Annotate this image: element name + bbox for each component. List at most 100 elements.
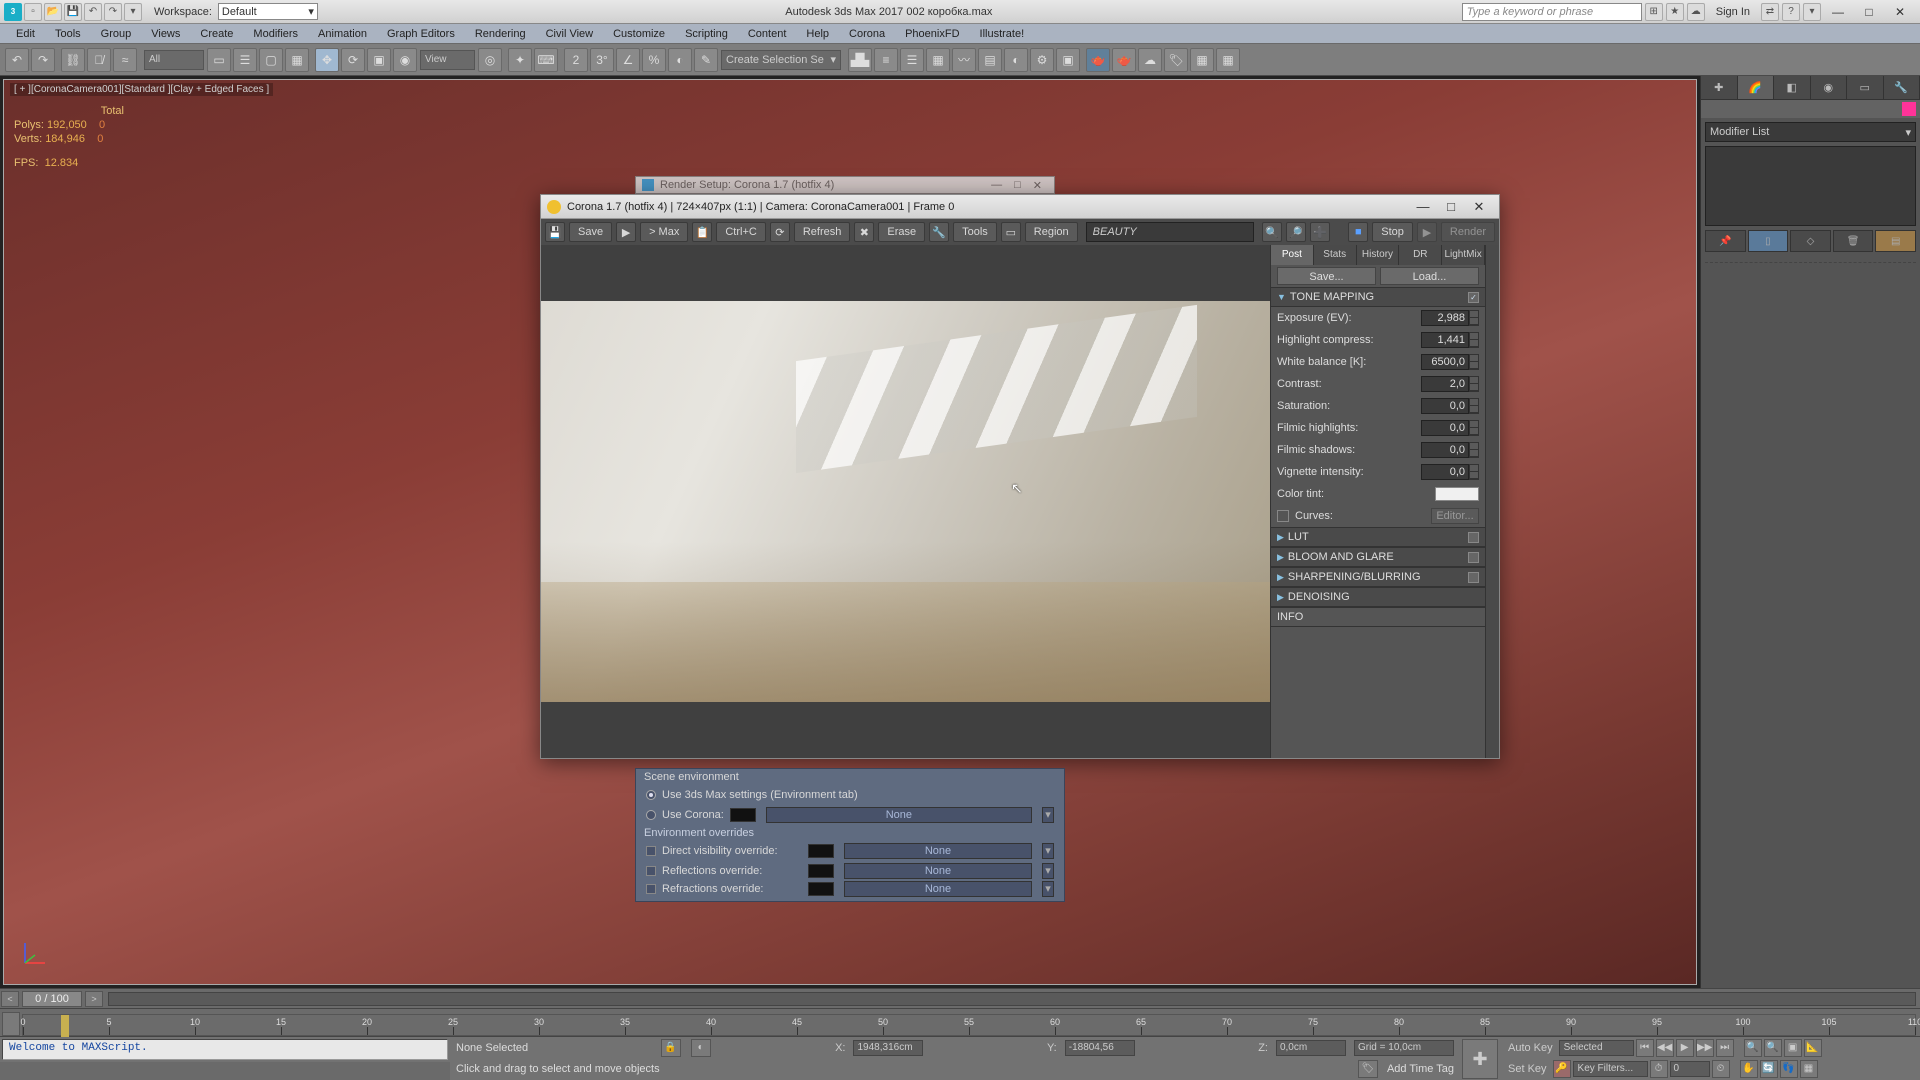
next-frame-button[interactable]: ▶▶	[1696, 1039, 1714, 1057]
menu-scripting[interactable]: Scripting	[675, 24, 738, 44]
add-time-tag[interactable]: Add Time Tag	[1387, 1063, 1454, 1075]
named-sel-combo[interactable]: Create Selection Se▾	[721, 50, 841, 70]
nav-pan-icon[interactable]: ✋	[1740, 1060, 1758, 1078]
saturation-spinner[interactable]	[1469, 398, 1479, 414]
redo-button[interactable]: ↷	[31, 48, 55, 72]
vfb-side-scrollbar[interactable]	[1485, 245, 1499, 758]
vfb-region-icon[interactable]: ▭	[1001, 222, 1021, 242]
trackbar-ruler[interactable]: 0510152025303540455055606570758085909510…	[22, 1014, 1916, 1036]
keymode-combo[interactable]: Selected	[1559, 1040, 1634, 1056]
menu-views[interactable]: Views	[141, 24, 190, 44]
env-refr-swatch[interactable]	[808, 882, 834, 896]
help-dd-icon[interactable]: ▾	[1803, 3, 1821, 21]
ts-frame-display[interactable]: 0 / 100	[22, 991, 82, 1007]
nav-zoomall-icon[interactable]: 🔍	[1764, 1039, 1782, 1057]
pivot-center-button[interactable]: ◎	[478, 48, 502, 72]
curves-editor-button[interactable]: Editor...	[1431, 508, 1479, 524]
rotate-button[interactable]: ⟳	[341, 48, 365, 72]
render-panorama-button[interactable]: ▦	[1190, 48, 1214, 72]
render-activeshade-button[interactable]: ☁	[1138, 48, 1162, 72]
pin-stack-button[interactable]: 📌	[1705, 230, 1746, 252]
contrast-input[interactable]: 2,0	[1421, 376, 1469, 392]
selfilter-combo[interactable]: All	[144, 50, 204, 70]
vignette-input[interactable]: 0,0	[1421, 464, 1469, 480]
edit-sel-button[interactable]: ✎	[694, 48, 718, 72]
modifier-list-combo[interactable]: Modifier List▾	[1705, 122, 1916, 142]
listener-input[interactable]	[0, 1062, 450, 1080]
menu-grapheditors[interactable]: Graph Editors	[377, 24, 465, 44]
a360-icon[interactable]: ☁	[1687, 3, 1705, 21]
vfb-titlebar[interactable]: Corona 1.7 (hotfix 4) | 724×407px (1:1) …	[541, 195, 1499, 219]
menu-modifiers[interactable]: Modifiers	[243, 24, 308, 44]
nav-fov-icon[interactable]: 📐	[1804, 1039, 1822, 1057]
cmd-tab-hierarchy[interactable]: ◧	[1774, 76, 1811, 99]
render-setup-close[interactable]: ✕	[1027, 179, 1048, 192]
coord-z-input[interactable]: 0,0cm	[1276, 1040, 1346, 1056]
qat-save-icon[interactable]: 💾	[64, 3, 82, 21]
highlight-spinner[interactable]	[1469, 332, 1479, 348]
qat-project-icon[interactable]: ▾	[124, 3, 142, 21]
viewport-label[interactable]: [ + ][CoronaCamera001][Standard ][Clay +…	[10, 83, 273, 96]
vfb-copy-icon[interactable]: 📋	[692, 222, 712, 242]
snap-percent-button[interactable]: %	[642, 48, 666, 72]
render-online-button[interactable]: 🏷	[1164, 48, 1188, 72]
align-button[interactable]: ≡	[874, 48, 898, 72]
env-corona-map[interactable]: None	[766, 807, 1032, 823]
modifier-stack[interactable]	[1705, 146, 1916, 226]
side-load-button[interactable]: Load...	[1380, 267, 1479, 285]
setkey-button[interactable]: Set Key	[1504, 1063, 1551, 1075]
maxscript-listener[interactable]: Welcome to MAXScript.	[2, 1039, 448, 1060]
vfb-maximize[interactable]: □	[1437, 198, 1465, 216]
vfb-erase-button[interactable]: Erase	[878, 222, 925, 242]
goto-start-button[interactable]: ⏮	[1636, 1039, 1654, 1057]
filmhi-input[interactable]: 0,0	[1421, 420, 1469, 436]
vignette-spinner[interactable]	[1469, 464, 1479, 480]
nav-orbit-icon[interactable]: 🔄	[1760, 1060, 1778, 1078]
coord-x-input[interactable]: 1948,316cm	[853, 1040, 923, 1056]
curves-check[interactable]	[1277, 510, 1289, 522]
qat-redo-icon[interactable]: ↷	[104, 3, 122, 21]
vfb-zoom1-icon[interactable]: 🔎	[1286, 222, 1306, 242]
ts-track[interactable]	[108, 992, 1916, 1006]
section-lut[interactable]: ▶LUT	[1271, 527, 1485, 547]
scale-button[interactable]: ▣	[367, 48, 391, 72]
workspace-combo[interactable]: Default▾	[218, 3, 318, 20]
time-config-icon[interactable]: ⏱	[1650, 1060, 1668, 1078]
vfb-tomax-button[interactable]: > Max	[640, 222, 688, 242]
autokey-button[interactable]: Auto Key	[1504, 1042, 1557, 1054]
ts-prev-button[interactable]: <	[1, 991, 19, 1007]
filmsh-input[interactable]: 0,0	[1421, 442, 1469, 458]
section-bloom[interactable]: ▶BLOOM AND GLARE	[1271, 547, 1485, 567]
isolate-icon[interactable]: ◐	[691, 1039, 711, 1057]
object-color-swatch[interactable]	[1902, 102, 1916, 116]
env-direct-swatch[interactable]	[808, 844, 834, 858]
vfb-save-button[interactable]: Save	[569, 222, 612, 242]
env-corona-swatch[interactable]	[730, 808, 756, 822]
vfb-region-button[interactable]: Region	[1025, 222, 1078, 242]
nav-zoomext-icon[interactable]: ▣	[1784, 1039, 1802, 1057]
env-direct-map[interactable]: None	[844, 843, 1032, 859]
bind-spacewarp-button[interactable]: ≈	[113, 48, 137, 72]
vfb-zoomfit-icon[interactable]: 🔍	[1262, 222, 1282, 242]
menu-illustrate[interactable]: Illustrate!	[970, 24, 1035, 44]
render-setup-button[interactable]: ⚙	[1030, 48, 1054, 72]
remove-mod-button[interactable]: 🗑	[1833, 230, 1874, 252]
link-button[interactable]: ⛓	[61, 48, 85, 72]
keyboard-shortcut-button[interactable]: ⌨	[534, 48, 558, 72]
layers-button[interactable]: ☰	[900, 48, 924, 72]
vfb-save-dd-icon[interactable]: 💾	[545, 222, 565, 242]
contrast-spinner[interactable]	[1469, 376, 1479, 392]
rendered-fb-button[interactable]: ▣	[1056, 48, 1080, 72]
menu-customize[interactable]: Customize	[603, 24, 675, 44]
current-frame-input[interactable]: 0	[1670, 1061, 1710, 1077]
env-corona-dd[interactable]: ▾	[1042, 807, 1054, 823]
nav-maxtoggle-icon[interactable]: ▦	[1800, 1060, 1818, 1078]
make-unique-button[interactable]: ◇	[1790, 230, 1831, 252]
menu-civilview[interactable]: Civil View	[536, 24, 603, 44]
select-rect-button[interactable]: ▢	[259, 48, 283, 72]
wb-spinner[interactable]	[1469, 354, 1479, 370]
bloom-enable-check[interactable]	[1468, 552, 1479, 563]
tone-enable-check[interactable]: ✓	[1468, 292, 1479, 303]
side-tab-stats[interactable]: Stats	[1314, 245, 1357, 265]
exposure-spinner[interactable]	[1469, 310, 1479, 326]
